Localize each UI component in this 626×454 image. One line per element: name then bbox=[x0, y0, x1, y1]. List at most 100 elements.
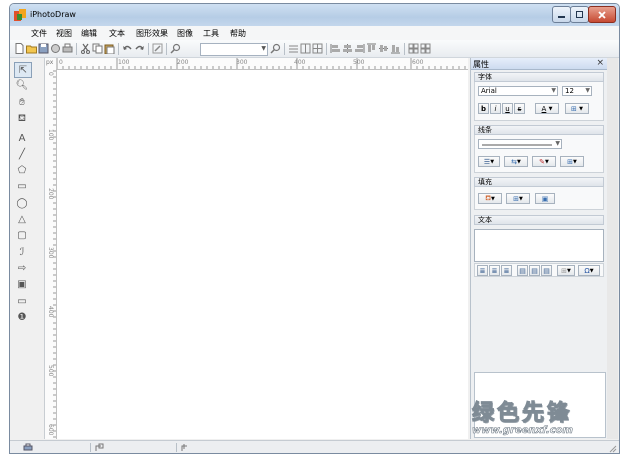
callout-tool-icon[interactable]: ▢ bbox=[14, 228, 30, 242]
text-border-button[interactable]: ⊞ ▼ bbox=[565, 103, 589, 114]
align-center-icon[interactable] bbox=[342, 43, 353, 54]
text-content-input[interactable] bbox=[474, 229, 604, 262]
chevron-down-icon: ▼ bbox=[261, 45, 266, 52]
italic-button[interactable]: i bbox=[490, 103, 501, 114]
menu-tools[interactable]: 工具 bbox=[203, 28, 219, 39]
copy-icon[interactable] bbox=[92, 43, 103, 54]
rectangle-tool-icon[interactable]: ▭ bbox=[14, 179, 30, 193]
ruler-v-200: 200 bbox=[47, 188, 54, 200]
text-tool-icon[interactable]: A bbox=[14, 131, 30, 145]
zoom-tool-icon[interactable] bbox=[270, 43, 281, 54]
freehand-tool-icon[interactable]: ℐ bbox=[14, 245, 30, 259]
chevron-down-icon: ▼ bbox=[555, 140, 560, 147]
line-dash-button[interactable]: ⇆ ▼ bbox=[504, 156, 528, 167]
fill-section-header[interactable]: 填充 bbox=[474, 177, 604, 187]
open-folder-icon[interactable] bbox=[26, 43, 37, 54]
line-tool-icon[interactable]: ╱ bbox=[14, 147, 30, 161]
underline-button[interactable]: u bbox=[502, 103, 513, 114]
maximize-button[interactable] bbox=[570, 6, 589, 23]
font-family-value: Arial bbox=[481, 87, 497, 95]
print-icon[interactable] bbox=[62, 43, 73, 54]
menu-shape-effects[interactable]: 图形效果 bbox=[136, 28, 168, 39]
line-style-select[interactable]: ▼ bbox=[478, 139, 562, 149]
properties-panel-title: 属性 bbox=[473, 60, 489, 69]
ellipse-tool-icon[interactable]: ◯ bbox=[14, 196, 30, 210]
line-weight-button[interactable]: ☰ ▼ bbox=[478, 156, 500, 167]
polygon-tool-icon[interactable]: ⬠ bbox=[14, 163, 30, 177]
close-button[interactable] bbox=[588, 6, 616, 23]
align-text-left-button[interactable]: ≣ bbox=[477, 265, 488, 276]
valign-bottom-button[interactable]: ▤ bbox=[541, 265, 552, 276]
valign-bottom-icon: ▤ bbox=[543, 266, 550, 275]
drawing-canvas[interactable] bbox=[57, 70, 468, 439]
new-file-icon[interactable] bbox=[14, 43, 25, 54]
line-section-header[interactable]: 线条 bbox=[474, 125, 604, 135]
ruler-v-400: 400 bbox=[47, 306, 54, 318]
align-left-icon[interactable] bbox=[330, 43, 341, 54]
ruler-v-300: 300 bbox=[47, 247, 54, 259]
align-top-icon[interactable] bbox=[366, 43, 377, 54]
menu-view[interactable]: 视图 bbox=[56, 28, 72, 39]
snap-icon[interactable] bbox=[300, 43, 311, 54]
font-section-header[interactable]: 字体 bbox=[474, 72, 604, 82]
properties-panel: 属性 × 字体 Arial ▼ 12 ▼ b i u s A ▼ ⊞ ▼ 线条 ▼ … bbox=[470, 58, 607, 439]
font-family-select[interactable]: Arial ▼ bbox=[478, 86, 558, 96]
align-middle-icon[interactable] bbox=[378, 43, 389, 54]
align-text-right-button[interactable]: ≣ bbox=[501, 265, 512, 276]
text-box-border-button[interactable]: ⊞ ▼ bbox=[557, 265, 575, 276]
font-color-button[interactable]: A ▼ bbox=[535, 103, 559, 114]
fill-color-button[interactable]: ⛾ ▼ bbox=[478, 193, 502, 204]
zoom-tool-icon[interactable]: 🔍︎ bbox=[14, 78, 30, 92]
menu-help[interactable]: 帮助 bbox=[230, 28, 246, 39]
fill-bucket-icon[interactable]: ⛾ bbox=[14, 112, 30, 126]
align-right-icon[interactable] bbox=[354, 43, 365, 54]
line-border-button[interactable]: ⊞ ▼ bbox=[560, 156, 584, 167]
pan-hand-icon[interactable]: ✋︎ bbox=[14, 95, 30, 109]
group-icon[interactable] bbox=[408, 43, 419, 54]
align-center-icon: ≣ bbox=[491, 266, 498, 275]
triangle-tool-icon[interactable]: △ bbox=[14, 212, 30, 226]
badge-tool-icon[interactable]: ❶ bbox=[14, 310, 30, 324]
font-size-select[interactable]: 12 ▼ bbox=[562, 86, 592, 96]
resize-grip-icon[interactable] bbox=[609, 445, 617, 453]
frame-tool-icon[interactable]: ▭ bbox=[14, 294, 30, 308]
table-grid-icon: ⊞ bbox=[571, 104, 577, 113]
bold-button[interactable]: b bbox=[478, 103, 489, 114]
valign-top-button[interactable]: ▤ bbox=[517, 265, 528, 276]
menu-text[interactable]: 文本 bbox=[109, 28, 125, 39]
ungroup-icon[interactable] bbox=[420, 43, 431, 54]
select-tool-icon[interactable]: ⇱ bbox=[14, 62, 32, 78]
menu-image[interactable]: 图像 bbox=[177, 28, 193, 39]
align-bottom-icon[interactable] bbox=[390, 43, 401, 54]
chevron-down-icon: ▼ bbox=[589, 267, 594, 274]
zoom-combo[interactable]: ▼ bbox=[200, 43, 268, 56]
redo-icon[interactable] bbox=[134, 43, 145, 54]
fill-image-button[interactable]: ▣ bbox=[535, 193, 555, 204]
grid-icon[interactable] bbox=[288, 43, 299, 54]
strikethrough-button[interactable]: s bbox=[514, 103, 525, 114]
special-char-button[interactable]: Ω ▼ bbox=[578, 265, 600, 276]
edit-icon[interactable] bbox=[152, 43, 163, 54]
menu-edit[interactable]: 编辑 bbox=[81, 28, 97, 39]
image-tool-icon[interactable]: ▣ bbox=[14, 277, 30, 291]
menu-file[interactable]: 文件 bbox=[31, 28, 47, 39]
undo-icon[interactable] bbox=[122, 43, 133, 54]
text-section-header[interactable]: 文本 bbox=[474, 215, 604, 225]
zoom-icon[interactable] bbox=[170, 43, 181, 54]
minimize-button[interactable] bbox=[552, 6, 571, 23]
paste-icon[interactable] bbox=[104, 43, 115, 54]
align-text-center-button[interactable]: ≣ bbox=[489, 265, 500, 276]
panel-close-icon[interactable]: × bbox=[596, 58, 604, 68]
ruler-h-400: 400 bbox=[294, 59, 306, 66]
panel-scrollbar[interactable] bbox=[607, 58, 618, 439]
print-preview-icon[interactable] bbox=[50, 43, 61, 54]
arrow-shape-tool-icon[interactable]: ⇨ bbox=[14, 261, 30, 275]
line-color-button[interactable]: ✎ ▼ bbox=[532, 156, 556, 167]
save-icon[interactable] bbox=[38, 43, 49, 54]
valign-middle-button[interactable]: ▤ bbox=[529, 265, 540, 276]
ruler-v-100: 100 bbox=[47, 129, 54, 141]
font-size-value: 12 bbox=[565, 87, 574, 95]
fill-pattern-button[interactable]: ⊞ ▼ bbox=[506, 193, 530, 204]
guides-icon[interactable] bbox=[312, 43, 323, 54]
cut-icon[interactable] bbox=[80, 43, 91, 54]
